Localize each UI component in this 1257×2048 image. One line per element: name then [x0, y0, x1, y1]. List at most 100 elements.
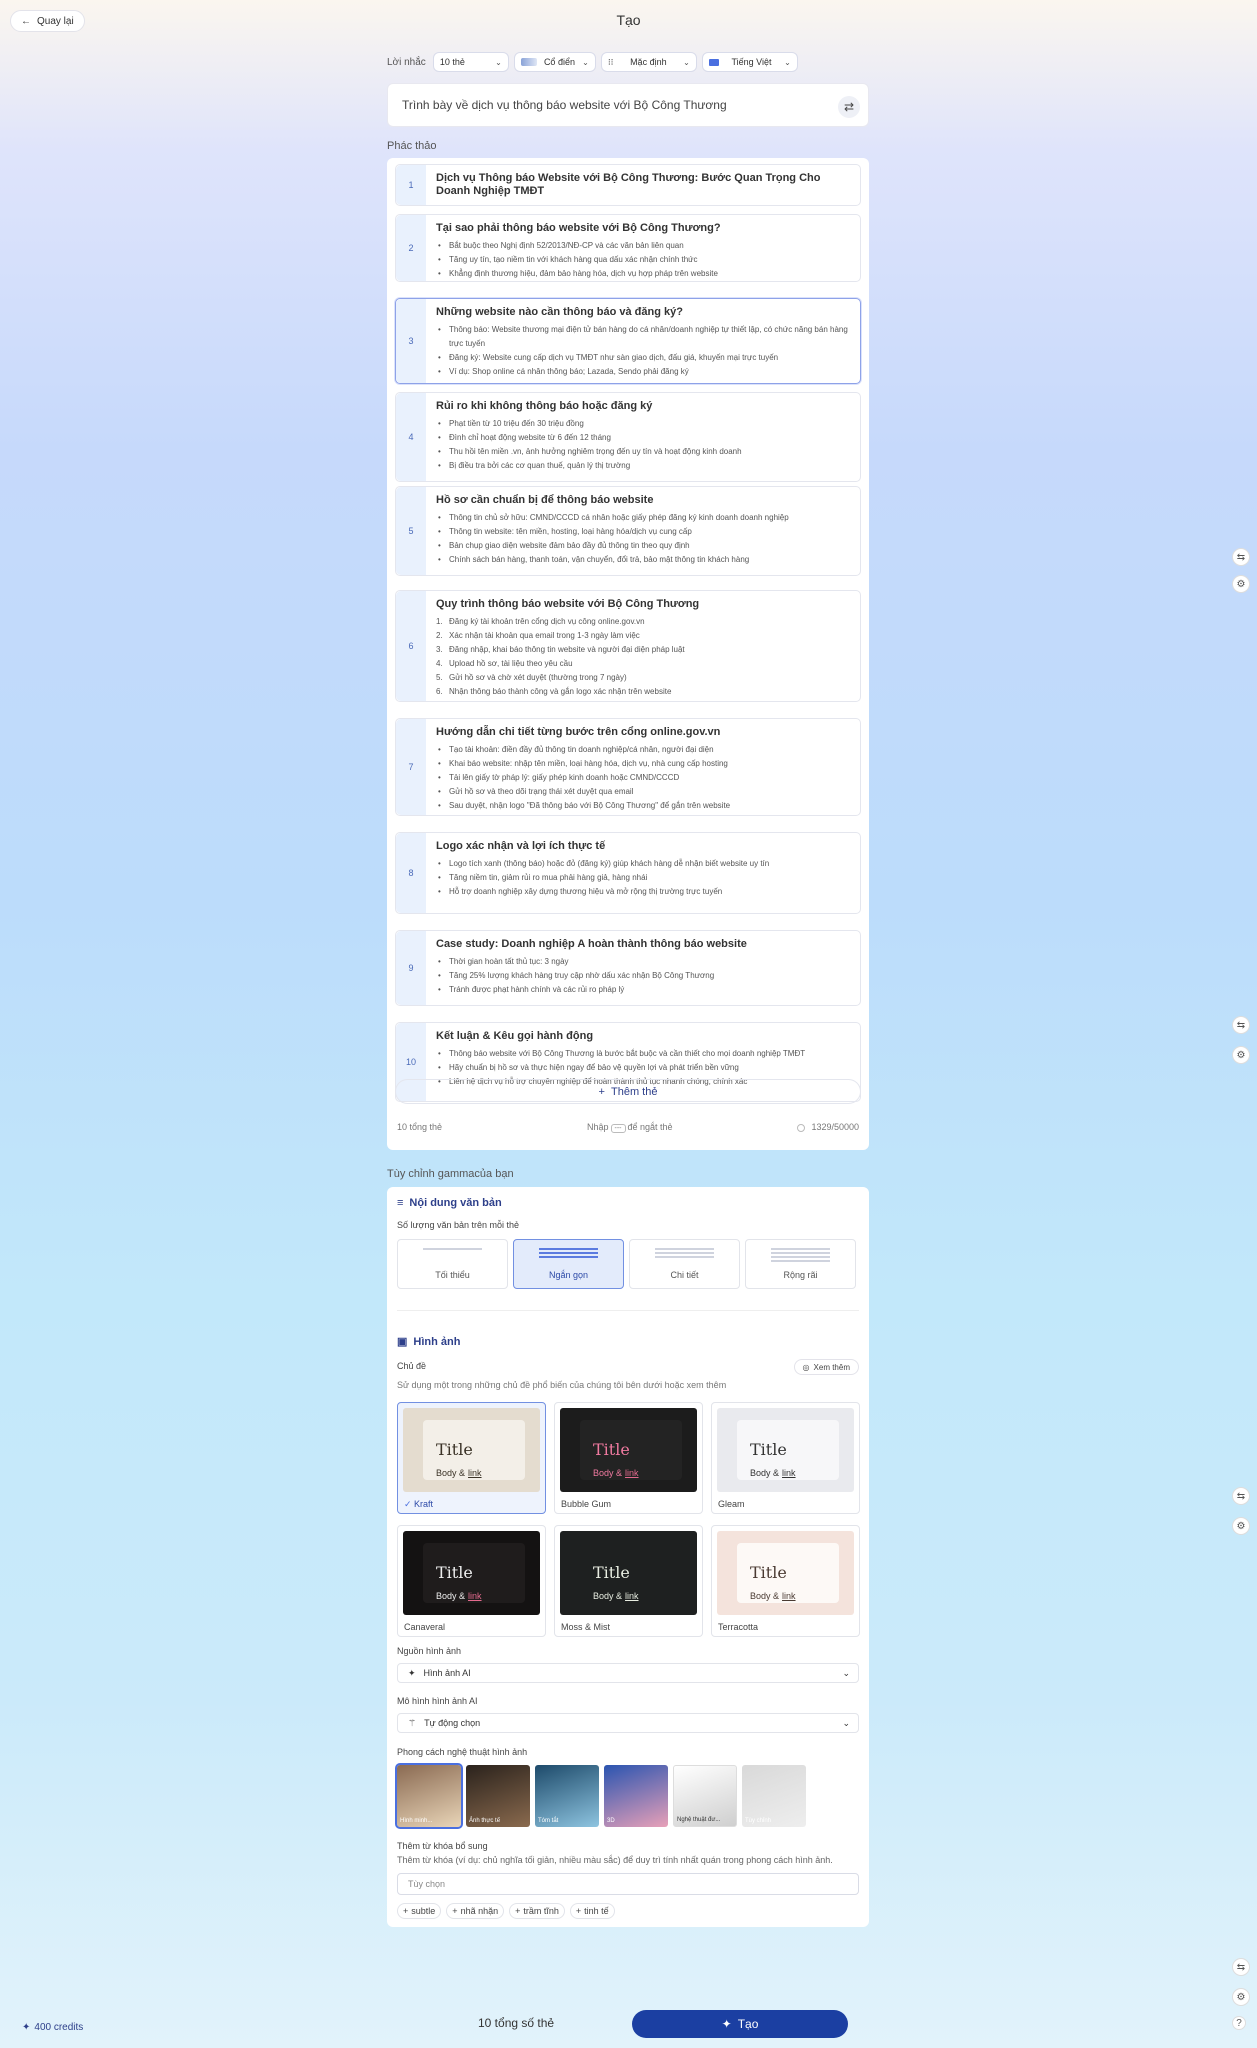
prompt-text: Trình bày về dịch vụ thông báo website v… [402, 98, 727, 112]
outline-card[interactable]: 3 Những website nào cần thông báo và đăng… [395, 298, 861, 384]
keyword-chip[interactable]: + subtle [397, 1903, 442, 1919]
layout-dropdown[interactable]: ⁝⁝ Mặc định ⌄ [600, 52, 697, 72]
bullet-item[interactable]: Upload hồ sơ, tài liệu theo yêu cầu [436, 657, 850, 671]
bullet-item[interactable]: Tạo tài khoản: điền đầy đủ thông tin doa… [436, 743, 850, 757]
bullet-item[interactable]: Tăng niềm tin, giảm rủi ro mua phải hàng… [436, 871, 850, 885]
outline-card[interactable]: 5 Hồ sơ cần chuẩn bị để thông báo website… [395, 486, 861, 576]
art-style-option[interactable]: Nghệ thuật đư... [673, 1765, 737, 1827]
card-title[interactable]: Dịch vụ Thông báo Website với Bộ Công Th… [436, 172, 850, 198]
bullet-item[interactable]: Nhận thông báo thành công và gắn logo xá… [436, 685, 850, 699]
theme-card[interactable]: Title Body & link ✓ Kraft [397, 1402, 546, 1514]
card-title[interactable]: Tại sao phải thông báo website với Bộ Cô… [436, 222, 850, 235]
settings-icon[interactable]: ⚙ [1232, 1988, 1250, 2006]
art-style-option[interactable]: Hình minh... [395, 1763, 463, 1829]
text-amount-option[interactable]: Chi tiết [629, 1239, 740, 1289]
bullet-item[interactable]: Bị điều tra bởi các cơ quan thuế, quản l… [436, 459, 850, 473]
text-content-title: Nội dung văn bản [409, 1197, 502, 1209]
theme-card[interactable]: Title Body & link Canaveral [397, 1525, 546, 1637]
bullet-item[interactable]: Phạt tiền từ 10 triệu đến 30 triệu đồng [436, 417, 850, 431]
image-model-value: Tự động chọn [424, 1718, 481, 1728]
bullet-item[interactable]: Đăng nhập, khai báo thông tin website và… [436, 643, 850, 657]
bullet-item[interactable]: Đăng ký tài khoản trên cổng dịch vụ công… [436, 615, 850, 629]
keyword-chip[interactable]: + tinh tế [569, 1903, 615, 1919]
bullet-item[interactable]: Đình chỉ hoạt động website từ 6 đến 12 t… [436, 431, 850, 445]
settings-icon[interactable]: ⚙ [1232, 1517, 1250, 1535]
card-title[interactable]: Những website nào cần thông báo và đăng … [436, 306, 850, 319]
bullet-item[interactable]: Tăng 25% lượng khách hàng truy cập nhờ d… [436, 969, 850, 983]
keyword-chip[interactable]: + nhã nhặn [446, 1903, 505, 1919]
see-more-button[interactable]: ◎ Xem thêm [793, 1359, 859, 1375]
card-title[interactable]: Hướng dẫn chi tiết từng bước trên cổng o… [436, 726, 850, 739]
image-source-select[interactable]: ✦ Hình ảnh AI ⌄ [397, 1663, 859, 1683]
translate-icon[interactable]: ⇆ [1232, 1016, 1250, 1034]
bullet-item[interactable]: Thu hồi tên miền .vn, ảnh hưởng nghiêm t… [436, 445, 850, 459]
bullet-item[interactable]: Khẳng định thương hiệu, đảm bảo hàng hóa… [436, 267, 850, 281]
bullet-item[interactable]: Thông báo website với Bộ Công Thương là … [436, 1047, 850, 1061]
art-style-option[interactable]: Tóm tắt [535, 1765, 599, 1827]
card-title[interactable]: Rủi ro khi không thông báo hoặc đăng ký [436, 400, 850, 413]
translate-icon[interactable]: ⇆ [1232, 1487, 1250, 1505]
bullet-item[interactable]: Bản chụp giao diện website đảm bảo đầy đ… [436, 539, 850, 553]
keywords-input[interactable]: Tùy chọn [397, 1873, 859, 1895]
bullet-item[interactable]: Đăng ký: Website cung cấp dịch vụ TMĐT n… [436, 351, 850, 365]
bullet-item[interactable]: Chính sách bán hàng, thanh toán, vận chu… [436, 553, 850, 567]
credits-indicator[interactable]: ✦ 400 credits [22, 2022, 83, 2033]
bullet-item[interactable]: Gửi hồ sơ và chờ xét duyệt (thường trong… [436, 671, 850, 685]
settings-icon[interactable]: ⚙ [1232, 1046, 1250, 1064]
theme-dropdown[interactable]: Cổ điển ⌄ [513, 52, 596, 72]
plus-icon: + [575, 1906, 582, 1916]
bullet-item[interactable]: Ví dụ: Shop online cá nhân thông báo; La… [436, 365, 850, 379]
translate-icon[interactable]: ⇆ [1232, 1958, 1250, 1976]
settings-icon[interactable]: ⚙ [1232, 575, 1250, 593]
card-count-dropdown[interactable]: 10 thẻ ⌄ [432, 52, 509, 72]
keyword-chips: + subtle + nhã nhặn + trầm tĩnh + tinh tế [397, 1903, 615, 1919]
art-style-option[interactable]: 3D [604, 1765, 668, 1827]
card-title[interactable]: Hồ sơ cần chuẩn bị để thông báo website [436, 494, 850, 507]
bullet-item[interactable]: Gửi hồ sơ và theo dõi trạng thái xét duy… [436, 785, 850, 799]
outline-card[interactable]: 9 Case study: Doanh nghiệp A hoàn thành t… [395, 930, 861, 1006]
theme-card[interactable]: Title Body & link Moss & Mist [554, 1525, 703, 1637]
create-button[interactable]: ✦ Tạo [632, 2010, 848, 2038]
keyword-chip[interactable]: + trầm tĩnh [509, 1903, 565, 1919]
add-card-button[interactable]: + Thêm thẻ [395, 1079, 861, 1104]
text-amount-option[interactable]: Rộng rãi [745, 1239, 856, 1289]
art-style-option[interactable]: Tùy chỉnh [742, 1765, 806, 1827]
bullet-item[interactable]: Thông tin chủ sở hữu: CMND/CCCD cá nhân … [436, 511, 850, 525]
theme-card[interactable]: Title Body & link Bubble Gum [554, 1402, 703, 1514]
outline-card[interactable]: 8 Logo xác nhận và lợi ích thực tế Logo tí… [395, 832, 861, 914]
bullet-item[interactable]: Bắt buộc theo Nghị định 52/2013/NĐ-CP và… [436, 239, 850, 253]
translate-icon[interactable]: ⇆ [1232, 548, 1250, 566]
bullet-item[interactable]: Logo tích xanh (thông báo) hoặc đỏ (đăng… [436, 857, 850, 871]
card-title[interactable]: Kết luận & Kêu gọi hành động [436, 1030, 850, 1043]
prompt-input[interactable]: Trình bày về dịch vụ thông báo website v… [387, 83, 869, 127]
bullet-item[interactable]: Sau duyệt, nhận logo "Đã thông báo với B… [436, 799, 850, 813]
bullet-item[interactable]: Thời gian hoàn tất thủ tục: 3 ngày [436, 955, 850, 969]
outline-card[interactable]: 1 Dịch vụ Thông báo Website với Bộ Công T… [395, 164, 861, 206]
help-icon[interactable]: ? [1232, 2016, 1246, 2030]
sparkle-icon: ✦ [22, 2022, 31, 2033]
image-model-select[interactable]: ⚚ Tự động chọn ⌄ [397, 1713, 859, 1733]
text-amount-option[interactable]: Tối thiểu [397, 1239, 508, 1289]
card-title[interactable]: Case study: Doanh nghiệp A hoàn thành th… [436, 938, 850, 951]
bullet-item[interactable]: Xác nhận tài khoản qua email trong 1-3 n… [436, 629, 850, 643]
outline-card[interactable]: 6 Quy trình thông báo website với Bộ Công… [395, 590, 861, 702]
outline-card[interactable]: 4 Rủi ro khi không thông báo hoặc đăng ký… [395, 392, 861, 482]
bullet-item[interactable]: Khai báo website: nhập tên miền, loại hà… [436, 757, 850, 771]
theme-card[interactable]: Title Body & link Terracotta [711, 1525, 860, 1637]
outline-card[interactable]: 2 Tại sao phải thông báo website với Bộ C… [395, 214, 861, 282]
text-amount-option[interactable]: Ngắn gọn [513, 1239, 624, 1289]
bullet-item[interactable]: Thông báo: Website thương mại điện tử bá… [436, 323, 850, 351]
art-style-option[interactable]: Ảnh thực tế [466, 1765, 530, 1827]
bullet-item[interactable]: Hỗ trợ doanh nghiệp xây dựng thương hiệu… [436, 885, 850, 899]
bullet-item[interactable]: Hãy chuẩn bị hồ sơ và thực hiện ngay để … [436, 1061, 850, 1075]
outline-card[interactable]: 7 Hướng dẫn chi tiết từng bước trên cổng … [395, 718, 861, 816]
card-title[interactable]: Logo xác nhận và lợi ích thực tế [436, 840, 850, 853]
bullet-item[interactable]: Thông tin website: tên miền, hosting, lo… [436, 525, 850, 539]
refresh-icon[interactable]: ⇄ [838, 96, 860, 118]
bullet-item[interactable]: Tải lên giấy tờ pháp lý: giấy phép kinh … [436, 771, 850, 785]
theme-card[interactable]: Title Body & link Gleam [711, 1402, 860, 1514]
bullet-item[interactable]: Tăng uy tín, tạo niềm tin với khách hàng… [436, 253, 850, 267]
card-title[interactable]: Quy trình thông báo website với Bộ Công … [436, 598, 850, 611]
language-dropdown[interactable]: Tiếng Việt ⌄ [701, 52, 798, 72]
bullet-item[interactable]: Tránh được phạt hành chính và các rủi ro… [436, 983, 850, 997]
